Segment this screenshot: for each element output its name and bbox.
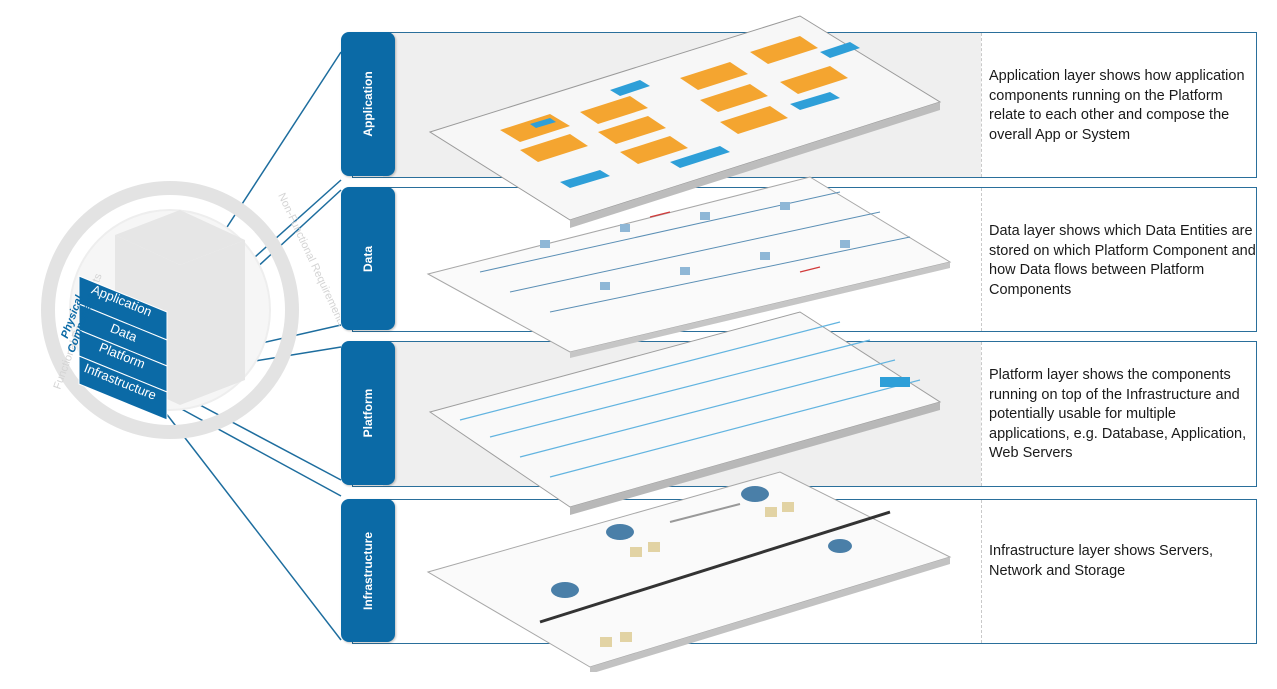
- data-board: [426, 176, 952, 358]
- tab-application-label: Application: [361, 71, 375, 137]
- infrastructure-board: [426, 471, 952, 672]
- tab-platform[interactable]: Platform: [341, 341, 395, 485]
- layer-illustrations: [426, 15, 952, 672]
- tab-infrastructure-label: Infrastructure: [361, 531, 375, 610]
- data-description: Data layer shows which Data Entities are…: [989, 223, 1256, 298]
- application-description: Application layer shows how application …: [989, 68, 1245, 143]
- application-board: [428, 15, 942, 228]
- tab-platform-label: Platform: [361, 388, 375, 438]
- tab-data[interactable]: Data: [341, 187, 395, 330]
- infrastructure-description: Infrastructure layer shows Servers, Netw…: [989, 543, 1214, 579]
- physical-components-cube: Functional Requirements Non-Functional R…: [20, 150, 372, 450]
- tab-infrastructure[interactable]: Infrastructure: [341, 499, 395, 642]
- platform-description: Platform layer shows the components runn…: [989, 367, 1247, 461]
- tab-data-label: Data: [361, 245, 375, 272]
- platform-board: [428, 311, 942, 515]
- tab-application[interactable]: Application: [341, 32, 395, 176]
